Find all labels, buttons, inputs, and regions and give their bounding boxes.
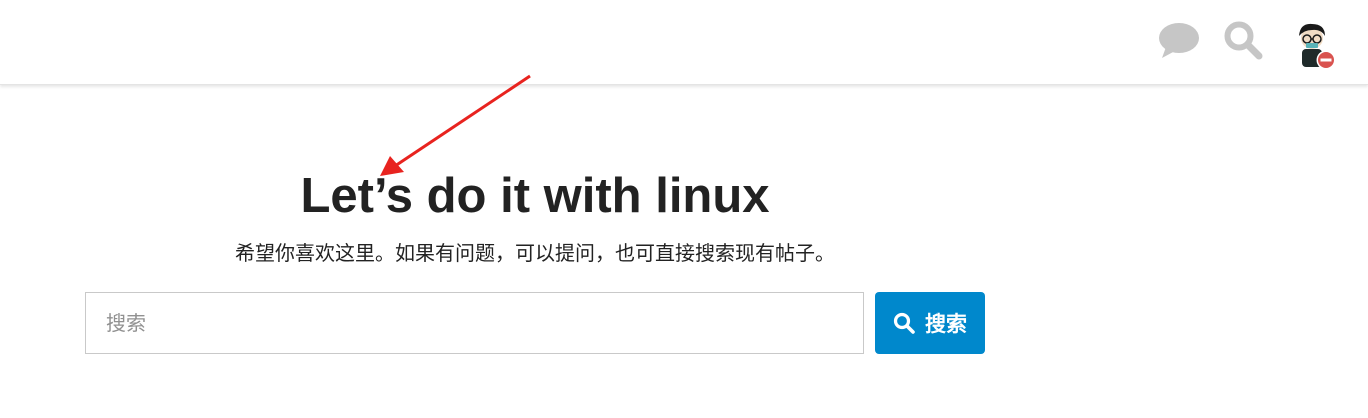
chat-button[interactable] xyxy=(1157,18,1201,62)
search-button[interactable]: 搜索 xyxy=(875,292,985,354)
site-header xyxy=(0,0,1368,85)
page-subtitle: 希望你喜欢这里。如果有问题，可以提问，也可直接搜索现有帖子。 xyxy=(235,241,835,265)
search-icon xyxy=(1224,21,1263,60)
page-title: Let’s do it with linux xyxy=(300,169,770,223)
header-search-button[interactable] xyxy=(1221,18,1265,62)
do-not-disturb-icon xyxy=(1316,50,1336,70)
search-input[interactable] xyxy=(85,292,864,354)
user-avatar-button[interactable] xyxy=(1284,14,1340,74)
search-icon xyxy=(893,312,915,334)
chat-bubble-icon xyxy=(1159,23,1199,58)
search-button-label: 搜索 xyxy=(925,312,967,336)
